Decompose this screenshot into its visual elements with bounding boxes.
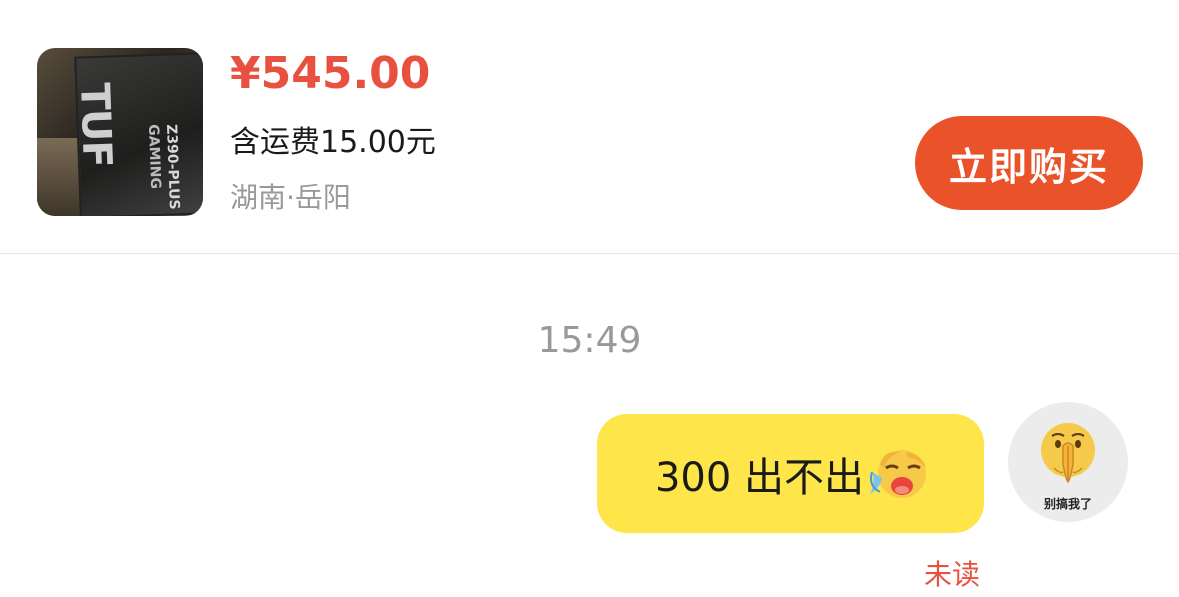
product-card[interactable]: TUF Z390-PLUS GAMING ¥545.00 含运费15.00元 湖… — [0, 0, 1179, 254]
seller-location: 湖南·岳阳 — [230, 181, 351, 214]
message-timestamp: 15:49 — [537, 320, 642, 361]
shipping-fee: 含运费15.00元 — [230, 125, 436, 160]
product-thumbnail[interactable]: TUF Z390-PLUS GAMING — [37, 48, 203, 216]
user-avatar[interactable]: 别搞我了 — [1008, 402, 1128, 522]
product-price: ¥545.00 — [230, 48, 431, 99]
message-bubble[interactable]: 300 出不出 — [597, 414, 984, 533]
thumbnail-model-text: Z390-PLUS — [163, 124, 182, 210]
buy-now-button[interactable]: 立即购买 — [915, 116, 1143, 210]
message-text: 300 出不出 — [654, 454, 865, 501]
thumbnail-brand-text: TUF — [71, 82, 120, 168]
message-status: 未读 — [924, 558, 981, 591]
crying-face-emoji-icon — [866, 442, 932, 506]
thumbnail-line-text: GAMING — [145, 124, 164, 190]
avatar-caption: 别搞我了 — [1043, 497, 1092, 511]
